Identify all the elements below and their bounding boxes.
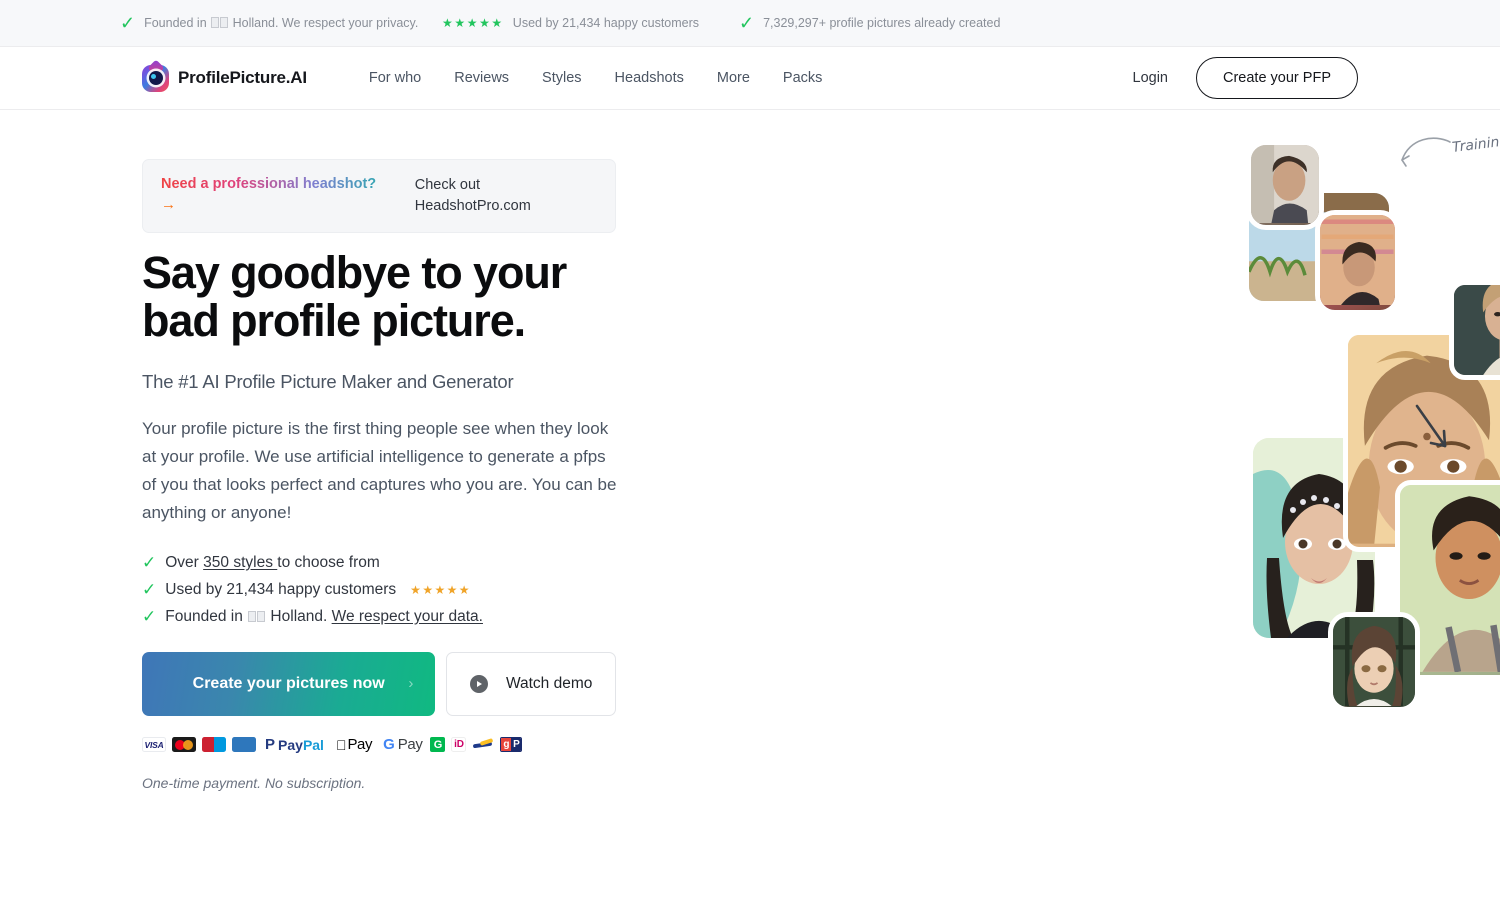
hero-section: Need a professional headshot? → Check ou… xyxy=(0,110,1500,850)
watch-demo-label: Watch demo xyxy=(505,674,593,692)
flag-icon-nl xyxy=(211,16,220,28)
feature-founded-text: Founded in Holland. We respect your data… xyxy=(165,607,483,625)
giropay-icon: G xyxy=(430,737,446,752)
training-set-annotation: Training set xyxy=(1394,130,1500,177)
nav-item-for-who[interactable]: For who xyxy=(369,70,421,86)
payment-fineprint: One-time payment. No subscription. xyxy=(142,774,366,791)
training-photo-3[interactable] xyxy=(1315,210,1400,315)
brand-logo[interactable]: ProfilePicture.AI xyxy=(142,64,307,92)
header-actions: Login Create your PFP xyxy=(1133,57,1358,99)
page-title: Say goodbye to your bad profile picture. xyxy=(142,247,567,347)
nav-item-packs[interactable]: Packs xyxy=(783,70,823,86)
flag-icon-nl-2 xyxy=(220,16,229,28)
watch-demo-button[interactable]: Watch demo xyxy=(446,651,616,716)
profilepicture-logo-icon xyxy=(142,64,169,92)
flag-icon-nl xyxy=(248,610,257,622)
nav-item-reviews[interactable]: Reviews xyxy=(454,70,509,86)
gp-icon: gP xyxy=(500,737,523,752)
promo-text: Check out HeadshotPro.com xyxy=(414,177,531,215)
check-icon: ✓ xyxy=(142,580,157,599)
ideal-icon: iD xyxy=(451,737,467,752)
portrait-art xyxy=(1251,145,1319,224)
visa-icon: VISA xyxy=(142,737,166,752)
apple-pay-icon: Pay xyxy=(336,736,373,753)
headshotpro-promo-banner[interactable]: Need a professional headshot? → Check ou… xyxy=(142,159,616,234)
maestro-icon xyxy=(202,737,226,752)
hero-image-collage: Training set xyxy=(616,110,1500,850)
announcement-item-founded: ✓ Founded in Holland. We respect your pr… xyxy=(120,14,420,32)
create-pfp-button[interactable]: Create your PFP xyxy=(1196,57,1358,99)
hero-content: Need a professional headshot? → Check ou… xyxy=(142,110,616,850)
announcement-customers-text: Used by 21,434 happy customers xyxy=(512,15,700,30)
play-icon xyxy=(469,674,488,693)
hero-cta-row: Create your pictures now › Watch demo xyxy=(142,651,616,716)
announcement-bar: ✓ Founded in Holland. We respect your pr… xyxy=(0,0,1500,47)
site-header: ProfilePicture.AI For who Reviews Styles… xyxy=(0,47,1500,110)
portrait-art xyxy=(1454,285,1500,375)
feature-styles-text: Over 350 styles to choose from xyxy=(165,553,380,571)
five-stars-icon: ★★★★★ xyxy=(410,582,471,597)
promo-headline: Need a professional headshot? xyxy=(161,174,407,194)
main-navigation: For who Reviews Styles Headshots More Pa… xyxy=(369,70,823,86)
nav-item-more[interactable]: More xyxy=(717,70,750,86)
login-link[interactable]: Login xyxy=(1133,70,1168,86)
list-item: ✓ Used by 21,434 happy customers ★★★★★ xyxy=(142,581,616,599)
check-icon: ✓ xyxy=(739,13,755,33)
paypal-icon: P PayPal xyxy=(265,736,324,753)
check-icon: ✓ xyxy=(120,13,136,33)
google-pay-icon: G Pay xyxy=(372,736,423,753)
nav-item-headshots[interactable]: Headshots xyxy=(615,70,684,86)
announcement-founded-text: Founded in Holland. We respect your priv… xyxy=(144,15,419,30)
training-photo-1[interactable] xyxy=(1246,140,1324,230)
brand-name: ProfilePicture.AI xyxy=(178,68,307,87)
generated-photo-8[interactable] xyxy=(1328,612,1420,712)
announcement-item-created: ✓ 7,329,297+ profile pictures already cr… xyxy=(739,14,1000,32)
create-pictures-label: Create your pictures now xyxy=(192,674,385,692)
five-stars-icon: ★★★★★ xyxy=(442,16,504,30)
list-item: ✓ Founded in Holland. We respect your da… xyxy=(142,608,616,626)
camera-lens-icon xyxy=(148,71,163,85)
check-icon: ✓ xyxy=(142,607,157,626)
list-item: ✓ Over 350 styles to choose from xyxy=(142,554,616,572)
promo-left: Need a professional headshot? → xyxy=(161,174,407,217)
training-set-label: Training set xyxy=(1451,130,1500,156)
hero-subheadline: The #1 AI Profile Picture Maker and Gene… xyxy=(142,371,514,393)
sofort-icon xyxy=(472,737,495,752)
hero-description: Your profile picture is the first thing … xyxy=(142,419,617,523)
payment-methods: VISA PPayPal Pay GPay G iD gP xyxy=(142,736,616,754)
portrait-art xyxy=(1320,215,1395,305)
amex-icon xyxy=(232,737,256,752)
announcement-created-text: 7,329,297+ profile pictures already crea… xyxy=(763,15,1001,30)
down-arrow-icon xyxy=(1415,404,1447,448)
feature-customers-text: Used by 21,434 happy customers xyxy=(165,580,397,598)
chevron-right-icon: › xyxy=(408,674,414,692)
nav-item-styles[interactable]: Styles xyxy=(542,70,582,86)
flag-icon-nl-2 xyxy=(257,610,266,622)
mastercard-icon xyxy=(172,737,196,752)
privacy-link[interactable]: We respect your data. xyxy=(332,608,483,625)
portrait-art xyxy=(1333,617,1415,707)
styles-link[interactable]: 350 styles xyxy=(203,554,277,571)
generated-photo-2[interactable] xyxy=(1449,280,1500,380)
curved-arrow-icon xyxy=(1401,137,1451,167)
announcement-item-customers: ★★★★★ Used by 21,434 happy customers xyxy=(442,15,727,32)
arrow-right-icon: → xyxy=(161,196,176,214)
create-pictures-button[interactable]: Create your pictures now › xyxy=(142,651,436,716)
check-icon: ✓ xyxy=(142,553,157,572)
feature-list: ✓ Over 350 styles to choose from ✓ Used … xyxy=(142,554,616,626)
